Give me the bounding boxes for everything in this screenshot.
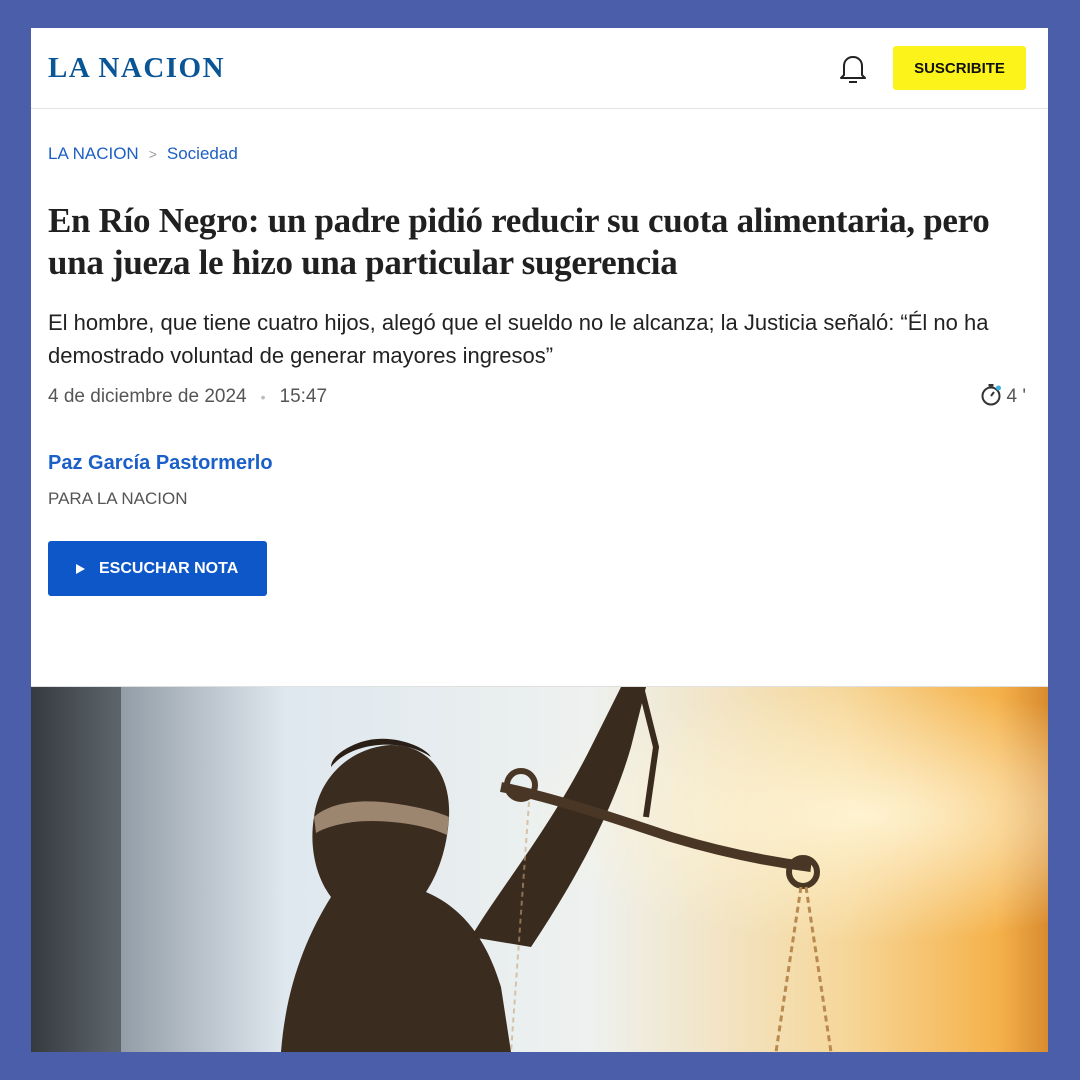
- breadcrumb-separator: >: [148, 146, 157, 162]
- breadcrumb-section[interactable]: Sociedad: [167, 144, 238, 164]
- read-time: 4 ': [979, 382, 1026, 412]
- article-subhead: El hombre, que tiene cuatro hijos, alegó…: [48, 310, 989, 368]
- publish-info: 4 de diciembre de 2024 • 15:47: [48, 386, 327, 408]
- publish-date: 4 de diciembre de 2024: [48, 386, 247, 407]
- meta-separator: •: [260, 389, 266, 405]
- listen-button[interactable]: ESCUCHAR NOTA: [48, 541, 267, 596]
- breadcrumb-home[interactable]: LA NACION: [48, 144, 139, 164]
- play-icon: [76, 563, 85, 574]
- header-actions: SUSCRIBITE: [835, 46, 1026, 90]
- article-headline: En Río Negro: un padre pidió reducir su …: [48, 201, 990, 282]
- article-page: LA NACION SUSCRIBITE LA NACION > Socieda…: [31, 28, 1048, 1052]
- site-logo[interactable]: LA NACION: [48, 52, 225, 85]
- hero-image: [31, 687, 1048, 1052]
- author-affiliation: PARA LA NACION: [48, 489, 188, 508]
- stopwatch-icon: [979, 382, 1003, 412]
- article-meta: 4 de diciembre de 2024 • 15:47 4 ': [48, 382, 1026, 412]
- site-header: LA NACION SUSCRIBITE: [31, 28, 1048, 109]
- author-name[interactable]: Paz García Pastormerlo: [48, 452, 1026, 475]
- article-content: LA NACION > Sociedad En Río Negro: un pa…: [31, 144, 1048, 596]
- publish-time: 15:47: [279, 386, 328, 407]
- breadcrumb: LA NACION > Sociedad: [48, 144, 1026, 164]
- subscribe-button[interactable]: SUSCRIBITE: [893, 46, 1026, 90]
- listen-label: ESCUCHAR NOTA: [99, 559, 239, 577]
- bell-icon[interactable]: [835, 50, 871, 86]
- read-time-value: 4 ': [1006, 386, 1026, 407]
